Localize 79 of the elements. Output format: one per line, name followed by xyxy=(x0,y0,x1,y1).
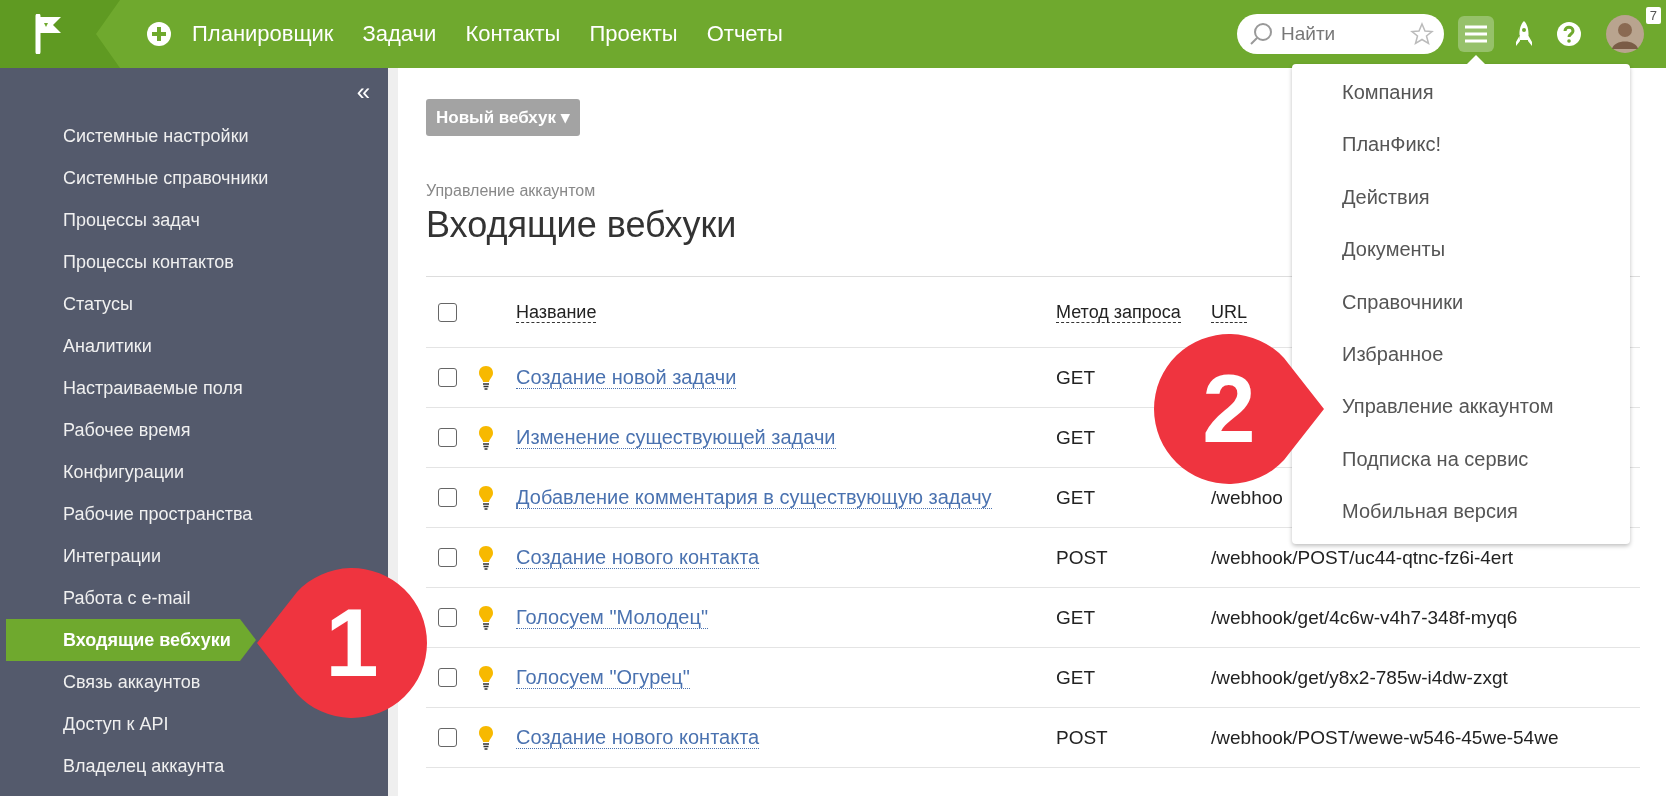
search-icon xyxy=(1249,22,1273,46)
menu-button[interactable] xyxy=(1458,16,1494,52)
checkbox[interactable] xyxy=(438,488,457,507)
sidebar-item[interactable]: Процессы контактов xyxy=(63,241,234,283)
sidebar-item[interactable]: Процессы задач xyxy=(63,199,200,241)
menu-item[interactable]: Документы xyxy=(1342,223,1446,276)
search-bar[interactable]: Найти xyxy=(1237,14,1444,54)
lightbulb-icon xyxy=(478,664,494,691)
callout-number: 1 xyxy=(325,589,379,696)
sidebar-item[interactable]: Владелец аккаунта xyxy=(63,745,225,787)
table-cell: /webhook/get/4c6w-v4h7-348f-myq6 xyxy=(1211,606,1518,628)
logo-block[interactable] xyxy=(0,0,120,68)
menu-item[interactable]: Избранное xyxy=(1342,327,1444,381)
sidebar-item[interactable]: Работа с e-mail xyxy=(63,577,191,619)
flag-icon xyxy=(34,14,64,54)
add-icon[interactable] xyxy=(146,21,172,47)
page-title: Входящие вебхуки xyxy=(426,204,738,246)
webhook-link[interactable]: Голосуем "Огурец" xyxy=(516,666,690,689)
sidebar-item[interactable]: Рабочие пространства xyxy=(63,493,253,535)
table-cell: /webhook/POST/uc44-qtnc-fz6i-4ert xyxy=(1211,546,1514,568)
avatar[interactable] xyxy=(1606,15,1644,53)
sidebar-item[interactable]: Конфигурации xyxy=(63,451,185,493)
collapse-button[interactable]: « xyxy=(356,77,370,106)
webhook-link[interactable]: Создание нового контакта xyxy=(516,726,760,749)
sidebar-item[interactable]: Рабочее время xyxy=(63,409,191,451)
checkbox[interactable] xyxy=(438,302,457,322)
checkbox[interactable] xyxy=(438,428,457,447)
table-cell: GET xyxy=(1056,426,1096,448)
table-cell: GET xyxy=(1056,366,1096,388)
menu-item[interactable]: Подписка на сервис xyxy=(1342,432,1529,486)
menu-item[interactable]: Действия xyxy=(1342,170,1430,224)
checkbox[interactable] xyxy=(438,668,457,687)
webhook-link[interactable]: Добавление комментария в существующую задачу xyxy=(516,486,992,509)
star-icon[interactable] xyxy=(1410,22,1434,46)
sidebar-item[interactable]: Настраиваемые поля xyxy=(63,367,243,409)
table-cell: /webhook/get/y8x2-785w-i4dw-zxgt xyxy=(1211,666,1508,688)
notification-count: 7 xyxy=(1645,7,1661,24)
lightbulb-icon xyxy=(478,544,494,571)
table-cell: GET xyxy=(1056,606,1096,628)
checkbox[interactable] xyxy=(438,728,457,747)
column-header[interactable]: Название xyxy=(516,301,597,323)
sidebar-item[interactable]: Доступ к API xyxy=(63,703,169,745)
rocket-icon[interactable] xyxy=(1514,20,1534,48)
menu-item[interactable]: Управление аккаунтом xyxy=(1342,380,1554,433)
menu-item[interactable]: ПланФикс! xyxy=(1342,118,1442,171)
checkbox[interactable] xyxy=(438,548,457,567)
callout-number: 2 xyxy=(1202,355,1256,462)
lightbulb-icon xyxy=(478,604,494,631)
menu-item[interactable]: Компания xyxy=(1342,66,1434,119)
column-header[interactable]: Метод запроса xyxy=(1056,301,1181,323)
sidebar-item[interactable]: Статусы xyxy=(63,283,133,325)
sidebar-item[interactable]: Интеграции xyxy=(63,535,161,577)
table-cell: POST xyxy=(1056,546,1108,568)
webhook-link[interactable]: Голосуем "Молодец" xyxy=(516,606,708,629)
help-icon[interactable] xyxy=(1556,21,1582,47)
sidebar-item[interactable]: Связь аккаунтов xyxy=(63,661,201,703)
breadcrumb[interactable]: Управление аккаунтом xyxy=(426,182,596,200)
sidebar-item[interactable]: Системные справочники xyxy=(63,157,269,199)
lightbulb-icon xyxy=(478,724,494,751)
table-cell: /webhook/POST/wewe-w546-45we-54we xyxy=(1211,726,1559,748)
menu-icon xyxy=(1464,24,1488,44)
search-field[interactable]: Найти xyxy=(1279,22,1404,46)
table-cell: POST xyxy=(1056,726,1108,748)
lightbulb-icon xyxy=(478,364,494,391)
lightbulb-icon xyxy=(478,424,494,451)
table-cell: GET xyxy=(1056,666,1096,688)
webhook-link[interactable]: Создание новой задачи xyxy=(516,366,737,389)
webhook-link[interactable]: Создание нового контакта xyxy=(516,546,760,569)
table-cell: /webhoo xyxy=(1211,486,1283,508)
menu-item[interactable]: Справочники xyxy=(1342,275,1464,328)
lightbulb-icon xyxy=(478,484,494,511)
table-cell: GET xyxy=(1056,486,1096,508)
column-header[interactable]: URL xyxy=(1211,301,1247,323)
checkbox[interactable] xyxy=(438,608,457,627)
menu-item[interactable]: Мобильная версия xyxy=(1342,485,1518,538)
sidebar-item[interactable]: Аналитики xyxy=(63,325,152,367)
checkbox[interactable] xyxy=(438,368,457,387)
webhook-link[interactable]: Изменение существующей задачи xyxy=(516,426,836,449)
sidebar-item[interactable]: Системные настройки xyxy=(63,115,249,157)
